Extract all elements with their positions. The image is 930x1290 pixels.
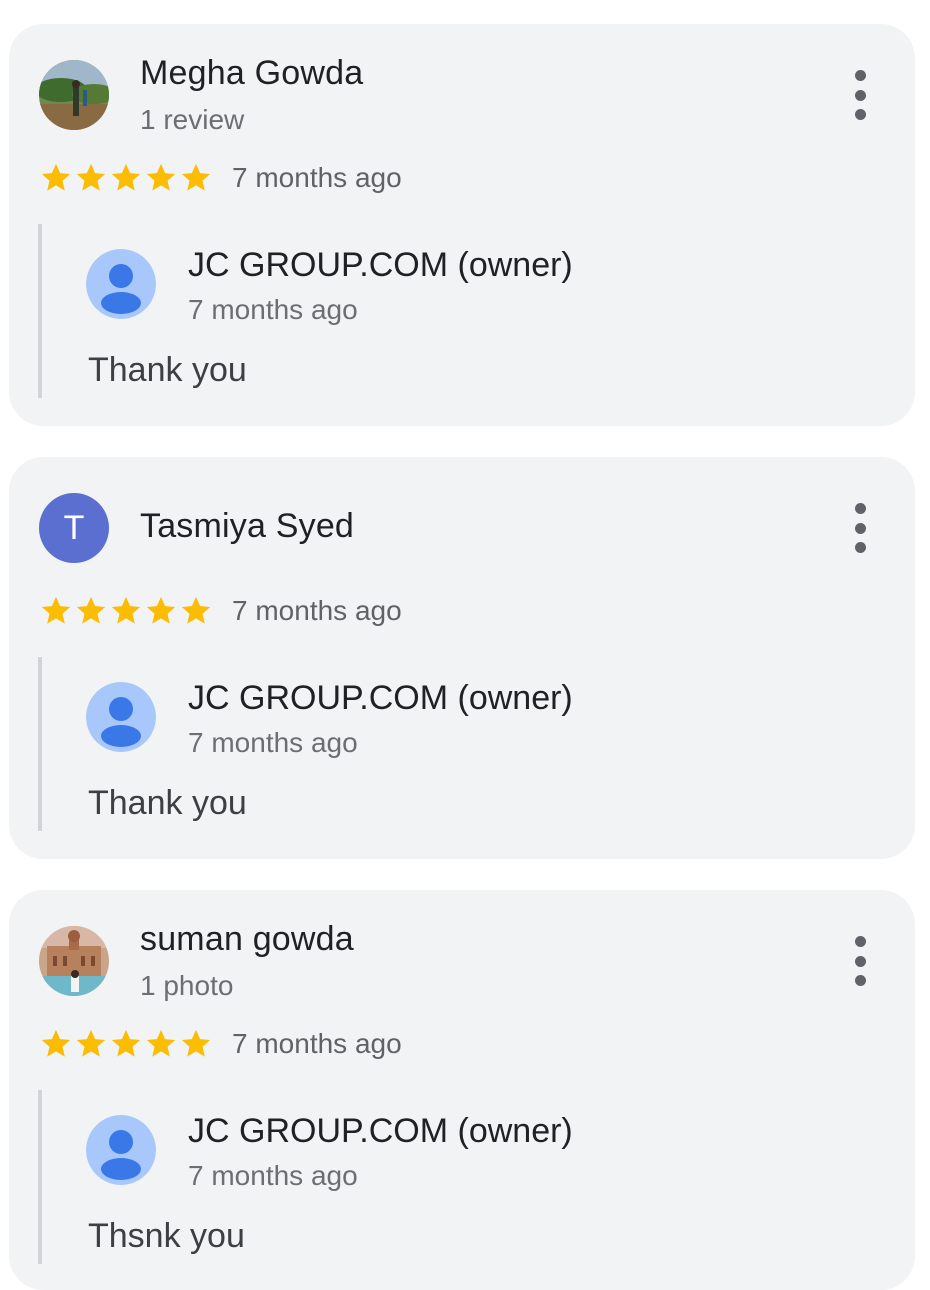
star-icon (41, 163, 71, 191)
star-icon (146, 1029, 176, 1057)
reviewer-meta: 1 review (140, 104, 245, 135)
star-icon (76, 163, 106, 191)
more-vert-icon (854, 70, 866, 81)
review-card: suman gowda 1 photo 7 months ago JC GROU… (9, 890, 915, 1290)
star-icon (41, 596, 71, 624)
rating-row: 7 months ago (39, 158, 402, 198)
review-date: 7 months ago (232, 162, 402, 193)
reply-date: 7 months ago (188, 727, 358, 758)
star-icon (181, 163, 211, 191)
star-icon (146, 596, 176, 624)
more-options-button[interactable] (845, 936, 875, 986)
review-date: 7 months ago (232, 595, 402, 626)
more-options-button[interactable] (845, 503, 875, 553)
more-options-button[interactable] (845, 70, 875, 120)
star-icon (76, 596, 106, 624)
owner-name: JC GROUP.COM (owner) (188, 679, 573, 717)
default-profile-icon (86, 1115, 156, 1185)
star-icon (111, 596, 141, 624)
owner-reply: JC GROUP.COM (owner) 7 months ago Thank … (38, 657, 898, 831)
star-icon (41, 1029, 71, 1057)
default-profile-icon (86, 249, 156, 319)
reply-text: Thsnk you (88, 1217, 245, 1255)
star-icon (111, 1029, 141, 1057)
more-vert-icon (854, 936, 866, 947)
reply-date: 7 months ago (188, 1160, 358, 1191)
star-icon (146, 163, 176, 191)
owner-reply: JC GROUP.COM (owner) 7 months ago Thank … (38, 224, 898, 398)
star-icon (76, 1029, 106, 1057)
reviewer-name[interactable]: suman gowda (140, 920, 354, 959)
star-icon (181, 596, 211, 624)
reviewer-meta: 1 photo (140, 970, 234, 1001)
rating-row: 7 months ago (39, 1024, 402, 1064)
owner-name: JC GROUP.COM (owner) (188, 1112, 573, 1150)
owner-name: JC GROUP.COM (owner) (188, 246, 573, 284)
reviewer-avatar[interactable] (39, 926, 109, 996)
review-card: Megha Gowda 1 review 7 months ago JC GRO… (9, 24, 915, 426)
reply-text: Thank you (88, 351, 247, 389)
reply-date: 7 months ago (188, 294, 358, 325)
owner-reply: JC GROUP.COM (owner) 7 months ago Thsnk … (38, 1090, 898, 1264)
reviewer-name[interactable]: Megha Gowda (140, 54, 363, 93)
reviewer-avatar[interactable] (39, 60, 109, 130)
star-icon (181, 1029, 211, 1057)
reviewer-avatar[interactable]: T (39, 493, 109, 563)
rating-row: 7 months ago (39, 591, 402, 631)
reply-text: Thank you (88, 784, 247, 822)
star-icon (111, 163, 141, 191)
review-card: T Tasmiya Syed 7 months ago JC GROUP.COM… (9, 457, 915, 859)
reviewer-name[interactable]: Tasmiya Syed (140, 507, 354, 546)
default-profile-icon (86, 682, 156, 752)
review-date: 7 months ago (232, 1028, 402, 1059)
more-vert-icon (854, 503, 866, 514)
